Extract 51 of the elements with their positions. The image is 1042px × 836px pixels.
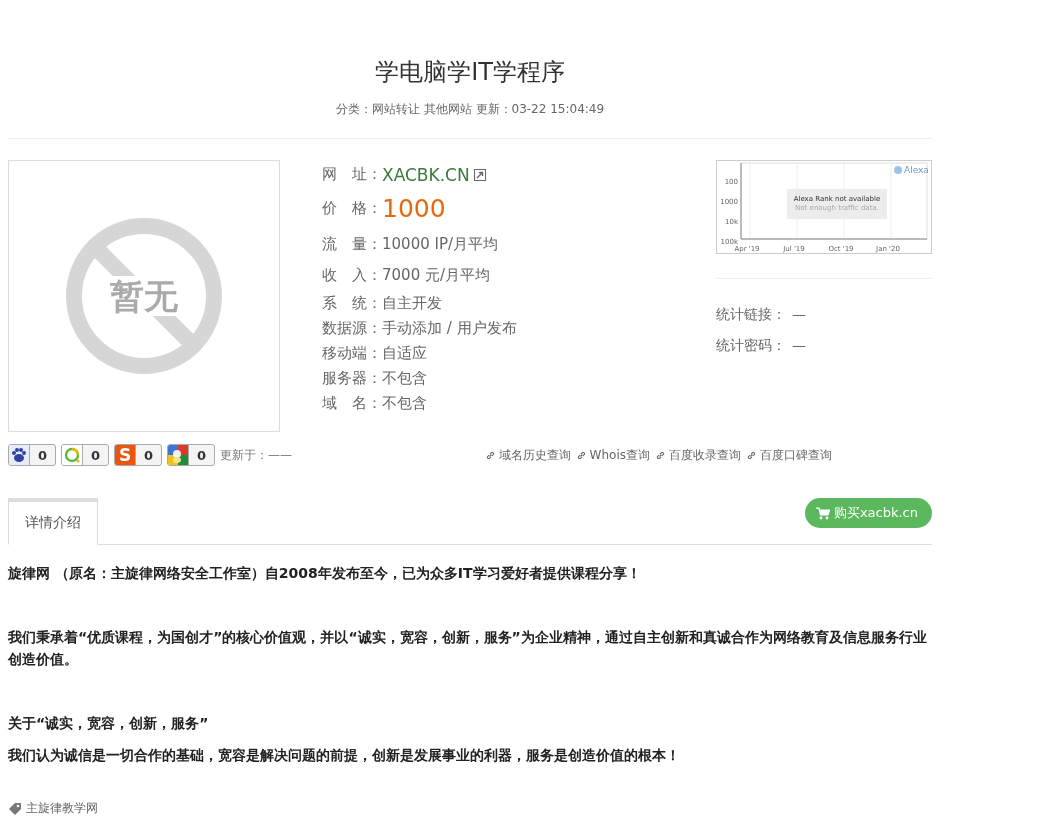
link-icon — [655, 449, 666, 461]
info-label: 系 统： — [322, 294, 382, 313]
article-paragraph: 关于“诚实，宽容，创新，服务” — [8, 714, 210, 733]
price-value: 1000 — [382, 193, 446, 223]
sogou-logo: S — [115, 445, 136, 465]
stat-password-label: 统计密码： — [716, 336, 786, 355]
article-paragraph: 旋律网 （原名：主旋律网络安全工作室）自2008年发布至今，已为众多IT学习爱好者提供课程分享！ — [8, 564, 642, 583]
rank-badge: 0 — [61, 444, 109, 466]
tag-link[interactable]: 主旋律教学网 — [26, 800, 98, 817]
link-icon — [484, 449, 496, 461]
info-label: 流 量： — [322, 234, 382, 254]
info-label: 价 格： — [322, 198, 382, 218]
link-icon — [746, 449, 757, 461]
info-value: 自主开发 — [382, 294, 442, 313]
stat-password-value: — — [792, 336, 806, 355]
info-value: 不包含 — [382, 394, 427, 413]
tag-icon — [8, 801, 22, 816]
rank-badge: 0 — [8, 444, 56, 466]
info-label: 移动端： — [322, 344, 382, 363]
cart-icon — [815, 506, 830, 520]
stat-link-label: 统计链接： — [716, 305, 786, 324]
alexa-brand: Alexa — [904, 165, 929, 175]
info-label: 网 址： — [322, 165, 382, 184]
info-value: 10000 IP/月平均 — [382, 234, 498, 254]
rank-badge: S 0 — [114, 444, 162, 466]
link-icon — [575, 449, 587, 461]
stat-link-value: — — [792, 305, 806, 324]
article-paragraph: 我们认为诚信是一切合作的基础，宽容是解决问题的前提，创新是发展事业的利器，服务是创造价值的根本！ — [8, 746, 681, 765]
domain-link[interactable]: XACBK.CN — [382, 164, 470, 185]
query-link[interactable]: 百度收录查询 — [669, 446, 741, 464]
query-link[interactable]: Whois查询 — [589, 446, 650, 464]
info-label: 数据源： — [322, 319, 382, 338]
page-title: 学电脑学IT学程序 — [375, 57, 565, 88]
info-label: 服务器： — [322, 369, 382, 388]
query-link[interactable]: 百度口碑查询 — [760, 446, 832, 464]
info-value: 自适应 — [382, 344, 427, 363]
info-value: 7000 元/月平均 — [382, 265, 490, 285]
info-label: 域 名： — [322, 394, 382, 413]
info-value: 不包含 — [382, 369, 427, 388]
article-paragraph: 我们秉承着“优质课程，为国创才”的核心价值观，并以“诚实，宽容，创新，服务”为企业精神，通过自主创新和真诚合作为网络教育及信息服务行业创造价值。 — [8, 628, 928, 669]
category-meta: 分类：网站转让 其他网站 更新：03-22 15:04:49 — [335, 101, 605, 118]
updated-label: 更新于：—— — [220, 446, 292, 464]
info-value: 手动添加 / 用户发布 — [382, 319, 517, 338]
ring-icon — [62, 445, 83, 465]
info-label: 收 入： — [322, 265, 382, 285]
external-link-icon — [473, 168, 486, 181]
paw-icon — [9, 445, 30, 465]
colored-logo-icon — [168, 445, 189, 465]
rank-badge: 0 — [167, 444, 215, 466]
tab[interactable]: 详情介绍 — [8, 498, 98, 545]
query-link[interactable]: 域名历史查询 — [498, 446, 571, 464]
